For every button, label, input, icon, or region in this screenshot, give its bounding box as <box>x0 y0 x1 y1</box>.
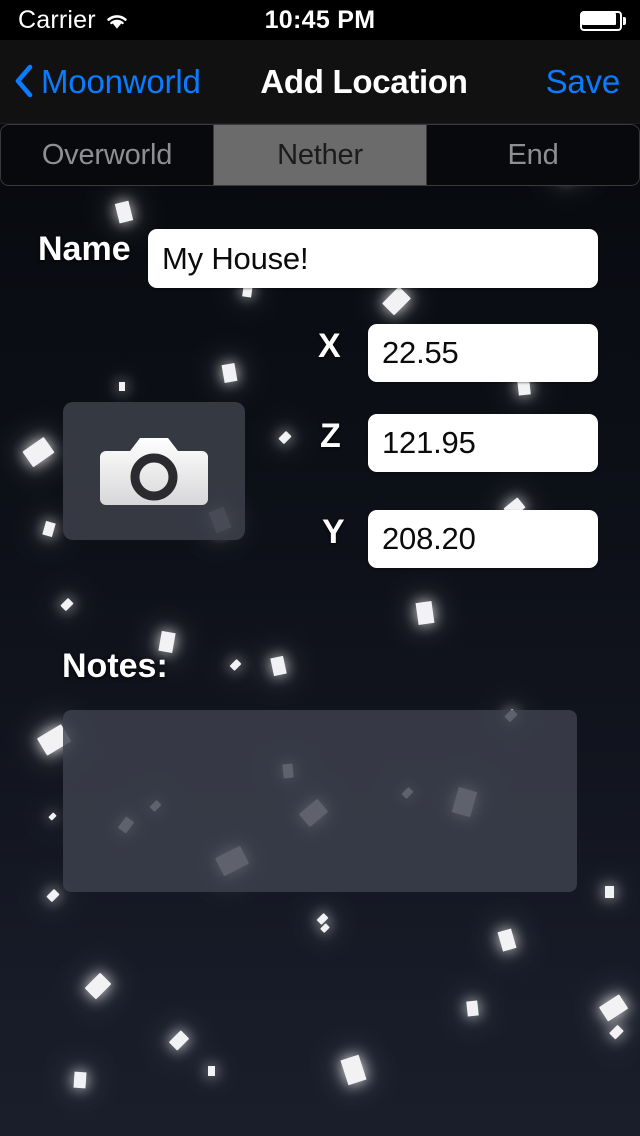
background-particle <box>208 1066 216 1076</box>
y-input[interactable]: 208.20 <box>368 510 598 568</box>
background-particle <box>320 923 330 933</box>
notes-label: Notes: <box>62 647 168 685</box>
background-particle <box>114 200 134 224</box>
background-particle <box>278 430 292 445</box>
segment-end[interactable]: End <box>427 125 639 185</box>
z-input[interactable]: 121.95 <box>368 414 598 472</box>
segment-overworld[interactable]: Overworld <box>1 125 214 185</box>
background-particle <box>73 1071 87 1089</box>
content-area: Overworld Nether End Name My House! X 22… <box>0 124 640 1136</box>
background-particle <box>221 363 238 383</box>
background-particle <box>229 658 242 672</box>
background-particle <box>497 928 517 952</box>
background-particle <box>168 1030 190 1051</box>
background-particle <box>42 520 56 538</box>
camera-icon <box>100 431 208 511</box>
dimension-segmented-control[interactable]: Overworld Nether End <box>0 124 640 186</box>
background-particle <box>60 597 74 612</box>
y-label: Y <box>322 513 345 551</box>
battery-full-icon <box>580 11 626 31</box>
background-particle <box>340 1054 367 1086</box>
save-button[interactable]: Save <box>546 40 621 124</box>
navigation-bar: Moonworld Add Location Save <box>0 40 640 124</box>
x-input[interactable]: 22.55 <box>368 324 598 382</box>
name-input[interactable]: My House! <box>148 229 598 288</box>
status-bar: Carrier 10:45 PM <box>0 0 640 40</box>
background-particle <box>598 994 629 1022</box>
x-label: X <box>318 327 341 365</box>
name-label: Name <box>38 230 131 268</box>
background-particle <box>270 655 287 677</box>
notes-textarea[interactable] <box>63 710 577 892</box>
z-label: Z <box>320 417 341 455</box>
app-screen: Carrier 10:45 PM Moonworld Add Location … <box>0 0 640 1136</box>
background-particle <box>48 812 57 821</box>
status-time: 10:45 PM <box>264 5 376 34</box>
background-particle <box>605 886 614 898</box>
background-particle <box>316 912 329 926</box>
background-particle <box>415 601 435 625</box>
background-particle <box>382 286 412 316</box>
background-particle <box>84 972 112 1000</box>
page-title: Add Location <box>260 63 468 100</box>
background-particle <box>22 436 55 468</box>
camera-button[interactable] <box>63 402 245 540</box>
background-particle <box>46 888 60 903</box>
background-particle <box>119 382 126 391</box>
background-particle <box>466 1000 479 1017</box>
segment-nether[interactable]: Nether <box>214 125 427 185</box>
background-particle <box>609 1024 624 1040</box>
